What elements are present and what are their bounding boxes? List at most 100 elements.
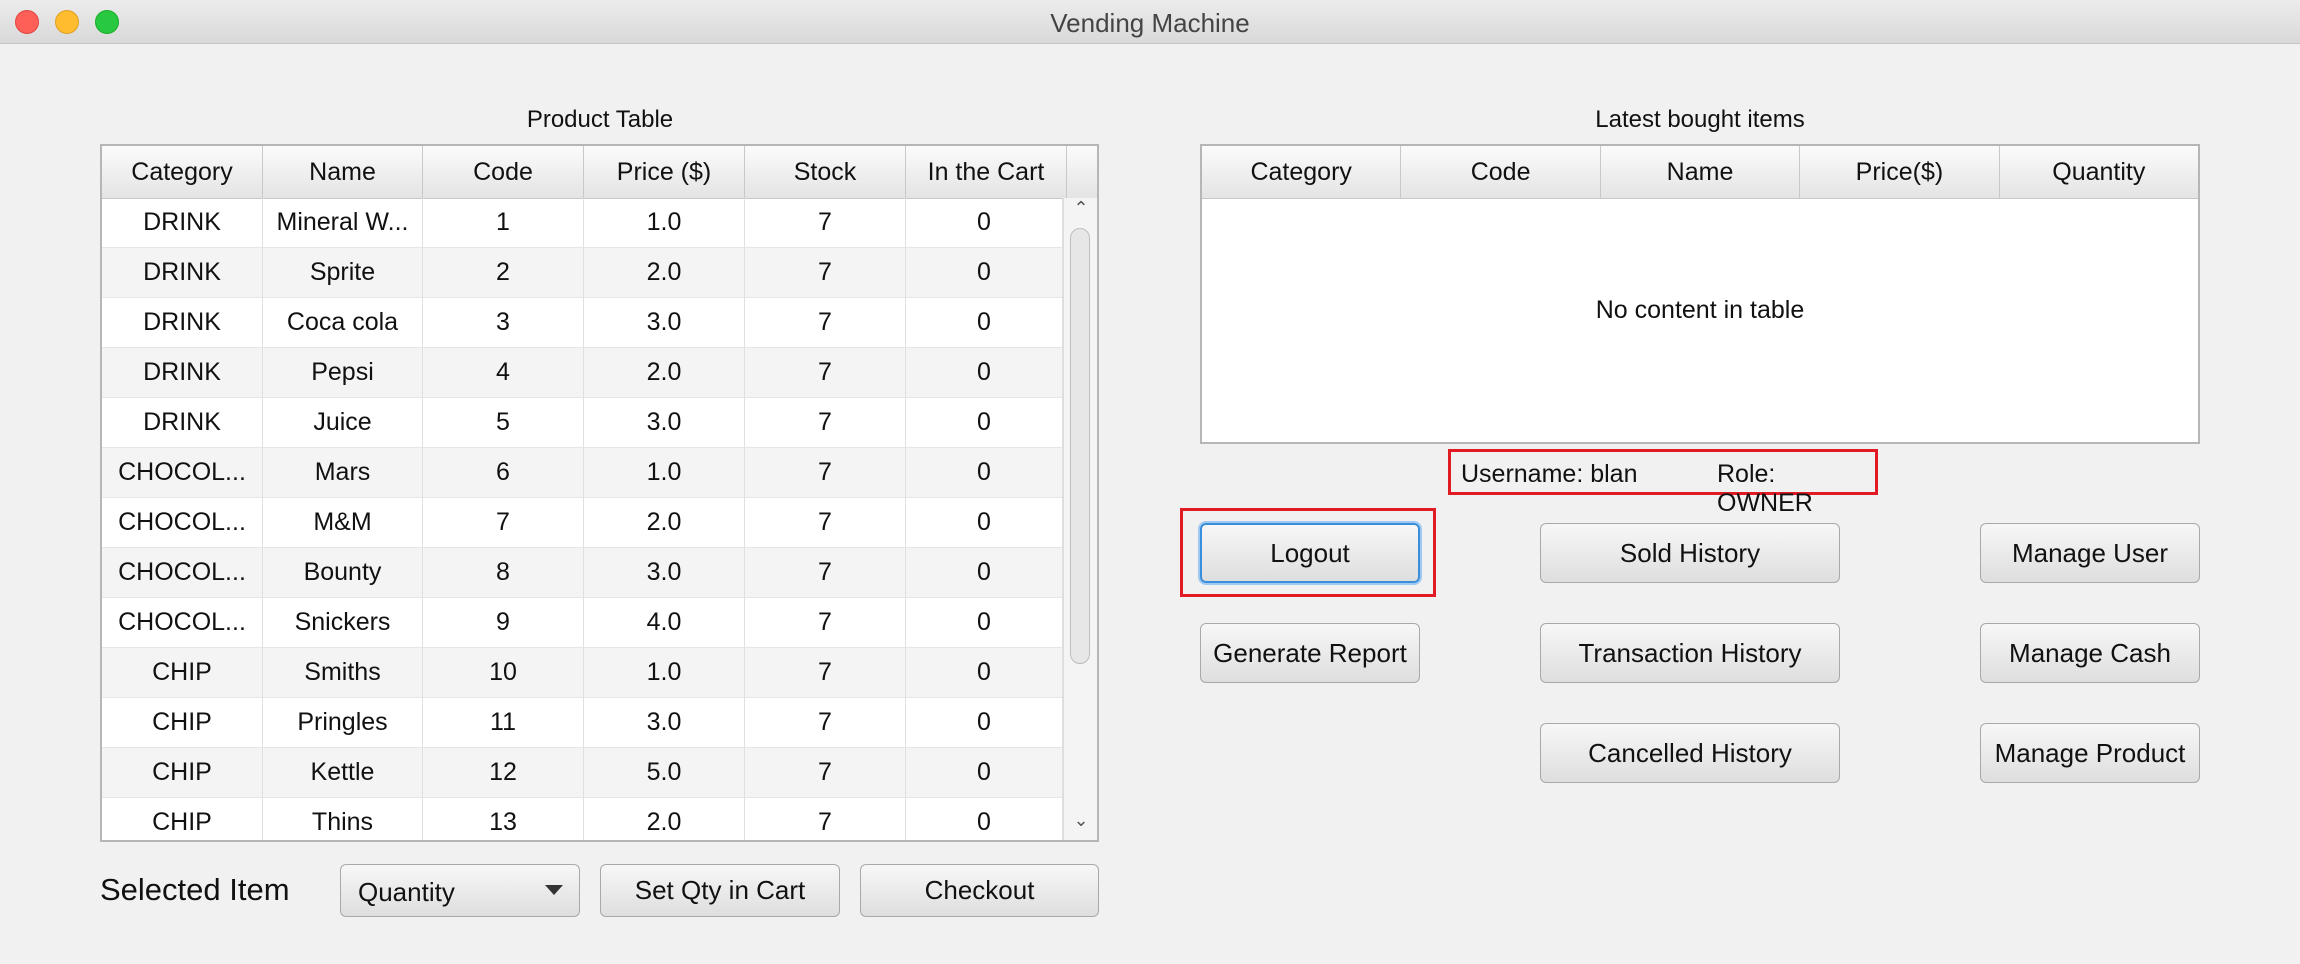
product-table[interactable]: Category Name Code Price ($) Stock In th… bbox=[100, 144, 1099, 842]
manage-product-button[interactable]: Manage Product bbox=[1980, 723, 2200, 783]
window-title: Vending Machine bbox=[1050, 8, 1250, 38]
cell-code: 12 bbox=[423, 748, 584, 798]
cell-price: 1.0 bbox=[584, 648, 745, 698]
app-window: Vending Machine Product Table Category N… bbox=[0, 0, 2300, 964]
checkout-button[interactable]: Checkout bbox=[860, 864, 1099, 917]
user-info-box: Username: blan Role: OWNER bbox=[1448, 449, 1878, 517]
table-row[interactable]: CHIP Smiths 10 1.0 7 0 bbox=[102, 648, 1063, 698]
cell-code: 2 bbox=[423, 248, 584, 298]
chevron-up-icon[interactable]: ⌃ bbox=[1064, 198, 1097, 219]
latest-column-quantity[interactable]: Quantity bbox=[2000, 146, 2198, 198]
cell-in-cart: 0 bbox=[906, 198, 1063, 248]
table-row[interactable]: DRINK Juice 5 3.0 7 0 bbox=[102, 398, 1063, 448]
cell-stock: 7 bbox=[745, 748, 906, 798]
latest-column-category[interactable]: Category bbox=[1202, 146, 1402, 198]
cell-stock: 7 bbox=[745, 398, 906, 448]
cell-category: DRINK bbox=[102, 248, 263, 298]
table-row[interactable]: CHIP Kettle 12 5.0 7 0 bbox=[102, 748, 1063, 798]
empty-table-message: No content in table bbox=[1595, 296, 1805, 324]
table-row[interactable]: CHIP Pringles 11 3.0 7 0 bbox=[102, 698, 1063, 748]
table-row[interactable]: DRINK Coca cola 3 3.0 7 0 bbox=[102, 298, 1063, 348]
cell-name: Mars bbox=[263, 448, 423, 498]
product-table-body: DRINK Mineral W... 1 1.0 7 0 DRINK Sprite 2 2.0 7 0… bbox=[102, 198, 1063, 840]
role-label: Role: OWNER bbox=[1717, 460, 1813, 517]
table-row[interactable]: CHIP Thins 13 2.0 7 0 bbox=[102, 798, 1063, 840]
latest-column-price[interactable]: Price($) bbox=[1800, 146, 2000, 198]
latest-items-table[interactable]: Category Code Name Price($) Quantity No … bbox=[1200, 144, 2200, 444]
column-header-spacer bbox=[1067, 146, 1097, 198]
table-row[interactable]: DRINK Mineral W... 1 1.0 7 0 bbox=[102, 198, 1063, 248]
cell-name: Smiths bbox=[263, 648, 423, 698]
table-row[interactable]: DRINK Sprite 2 2.0 7 0 bbox=[102, 248, 1063, 298]
column-header-stock[interactable]: Stock bbox=[745, 146, 906, 198]
quantity-dropdown-value: Quantity bbox=[358, 877, 455, 907]
cell-price: 3.0 bbox=[584, 548, 745, 598]
product-table-scrollbar[interactable]: ⌃ ⌄ bbox=[1063, 198, 1097, 840]
latest-items-caption: Latest bought items bbox=[1595, 106, 1805, 133]
cell-name: Pringles bbox=[263, 698, 423, 748]
cell-in-cart: 0 bbox=[906, 448, 1063, 498]
cell-stock: 7 bbox=[745, 448, 906, 498]
cell-in-cart: 0 bbox=[906, 698, 1063, 748]
product-table-header: Category Name Code Price ($) Stock In th… bbox=[102, 146, 1097, 199]
table-row[interactable]: CHOCOL... M&M 7 2.0 7 0 bbox=[102, 498, 1063, 548]
scrollbar-thumb[interactable] bbox=[1070, 228, 1090, 664]
cell-price: 2.0 bbox=[584, 248, 745, 298]
table-row[interactable]: CHOCOL... Snickers 9 4.0 7 0 bbox=[102, 598, 1063, 648]
cell-code: 1 bbox=[423, 198, 584, 248]
cell-in-cart: 0 bbox=[906, 748, 1063, 798]
table-row[interactable]: CHOCOL... Mars 6 1.0 7 0 bbox=[102, 448, 1063, 498]
cell-stock: 7 bbox=[745, 248, 906, 298]
cell-in-cart: 0 bbox=[906, 648, 1063, 698]
manage-cash-button[interactable]: Manage Cash bbox=[1980, 623, 2200, 683]
cell-in-cart: 0 bbox=[906, 348, 1063, 398]
cell-category: DRINK bbox=[102, 198, 263, 248]
cell-price: 2.0 bbox=[584, 798, 745, 840]
username-label: Username: blan bbox=[1461, 460, 1638, 488]
cell-in-cart: 0 bbox=[906, 298, 1063, 348]
cell-price: 5.0 bbox=[584, 748, 745, 798]
cell-stock: 7 bbox=[745, 298, 906, 348]
generate-report-button[interactable]: Generate Report bbox=[1200, 623, 1420, 683]
column-header-category[interactable]: Category bbox=[102, 146, 263, 198]
cell-stock: 7 bbox=[745, 548, 906, 598]
chevron-down-icon[interactable]: ⌄ bbox=[1064, 810, 1097, 831]
cancelled-history-button[interactable]: Cancelled History bbox=[1540, 723, 1840, 783]
cell-stock: 7 bbox=[745, 798, 906, 840]
cell-category: CHIP bbox=[102, 698, 263, 748]
sold-history-button[interactable]: Sold History bbox=[1540, 523, 1840, 583]
column-header-name[interactable]: Name bbox=[263, 146, 423, 198]
cell-code: 5 bbox=[423, 398, 584, 448]
cell-price: 3.0 bbox=[584, 398, 745, 448]
latest-column-code[interactable]: Code bbox=[1401, 146, 1601, 198]
title-bar: Vending Machine bbox=[0, 0, 2300, 44]
cell-name: Snickers bbox=[263, 598, 423, 648]
transaction-history-button[interactable]: Transaction History bbox=[1540, 623, 1840, 683]
selected-item-label: Selected Item bbox=[100, 872, 290, 907]
cell-name: Coca cola bbox=[263, 298, 423, 348]
set-qty-button[interactable]: Set Qty in Cart bbox=[600, 864, 840, 917]
latest-items-header: Category Code Name Price($) Quantity bbox=[1202, 146, 2198, 199]
caret-down-icon bbox=[545, 885, 563, 895]
cell-code: 11 bbox=[423, 698, 584, 748]
cell-category: CHIP bbox=[102, 748, 263, 798]
cell-stock: 7 bbox=[745, 198, 906, 248]
latest-column-name[interactable]: Name bbox=[1601, 146, 1801, 198]
cell-price: 4.0 bbox=[584, 598, 745, 648]
table-row[interactable]: DRINK Pepsi 4 2.0 7 0 bbox=[102, 348, 1063, 398]
cell-code: 7 bbox=[423, 498, 584, 548]
column-header-in-cart[interactable]: In the Cart bbox=[906, 146, 1067, 198]
quantity-dropdown[interactable]: Quantity bbox=[340, 864, 580, 917]
logout-button[interactable]: Logout bbox=[1200, 523, 1420, 583]
cell-category: DRINK bbox=[102, 298, 263, 348]
column-header-code[interactable]: Code bbox=[423, 146, 584, 198]
manage-user-button[interactable]: Manage User bbox=[1980, 523, 2200, 583]
cell-stock: 7 bbox=[745, 598, 906, 648]
column-header-price[interactable]: Price ($) bbox=[584, 146, 745, 198]
cell-name: Thins bbox=[263, 798, 423, 840]
cell-name: Bounty bbox=[263, 548, 423, 598]
cell-category: CHOCOL... bbox=[102, 548, 263, 598]
table-row[interactable]: CHOCOL... Bounty 8 3.0 7 0 bbox=[102, 548, 1063, 598]
cell-category: CHIP bbox=[102, 648, 263, 698]
cell-in-cart: 0 bbox=[906, 548, 1063, 598]
